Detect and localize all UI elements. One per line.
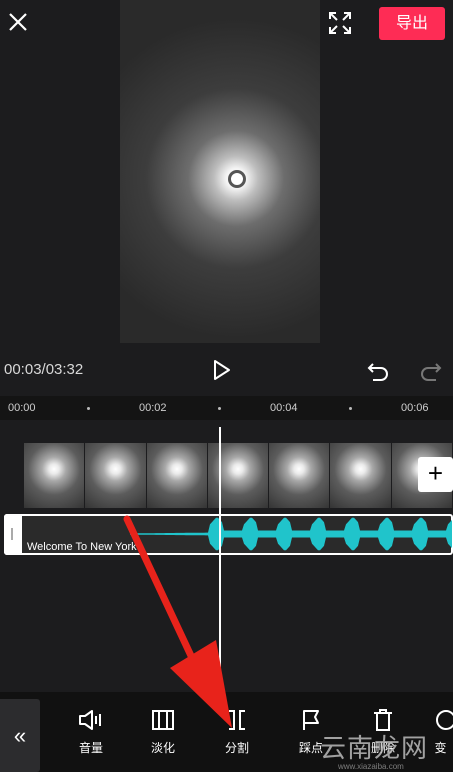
ruler-tick-dot	[349, 407, 352, 410]
watermark: 云南龙网	[320, 733, 429, 763]
ruler-tick-label: 00:06	[401, 402, 429, 414]
preview-light-bulb	[228, 170, 246, 188]
speed-icon	[436, 710, 453, 730]
audio-waveform	[130, 517, 452, 551]
timeline-ruler[interactable]: 00:00 00:02 00:04 00:06	[0, 396, 453, 420]
tool-volume[interactable]: 音量	[66, 708, 116, 756]
video-thumbnail	[85, 443, 146, 508]
split-icon	[229, 710, 245, 730]
fullscreen-icon[interactable]	[327, 10, 353, 36]
time-readout: 00:03/03:32	[4, 361, 84, 378]
audio-handle-grip	[11, 528, 13, 540]
audio-title: Welcome To New York	[27, 541, 137, 553]
ruler-tick-label: 00:02	[139, 402, 167, 414]
video-thumbnail	[207, 443, 269, 508]
waveform-shape	[130, 517, 452, 551]
playhead[interactable]	[219, 427, 221, 692]
ruler-tick-label: 00:04	[270, 402, 298, 414]
close-icon[interactable]	[4, 8, 32, 36]
video-thumbnail	[330, 443, 391, 508]
volume-icon	[79, 710, 101, 730]
tool-label: 变	[434, 741, 447, 755]
tool-label: 分割	[224, 741, 249, 755]
video-preview[interactable]	[120, 0, 320, 343]
ruler-tick-dot	[218, 407, 221, 410]
tool-fade[interactable]: 淡化	[138, 708, 188, 756]
video-thumbnail	[269, 443, 330, 508]
tool-label: 淡化	[150, 741, 175, 755]
fade-icon	[152, 710, 174, 730]
video-track[interactable]	[24, 443, 453, 508]
ruler-tick-label: 00:00	[8, 402, 36, 414]
tool-label: 音量	[78, 741, 103, 755]
export-button[interactable]: 导出	[379, 7, 445, 40]
add-clip-button[interactable]: +	[418, 457, 453, 492]
watermark-url: www.xiazaiba.com	[338, 762, 404, 771]
play-icon[interactable]	[208, 357, 234, 383]
undo-icon[interactable]	[365, 357, 391, 383]
video-thumbnail	[146, 443, 207, 508]
audio-trim-handle[interactable]	[4, 514, 22, 555]
collapse-toolbar-button[interactable]: «	[0, 699, 40, 772]
ruler-tick-dot	[87, 407, 90, 410]
tool-split[interactable]: 分割	[212, 708, 262, 756]
tool-speed[interactable]: 变	[428, 708, 453, 756]
video-thumbnail	[24, 443, 85, 508]
redo-icon[interactable]	[418, 357, 444, 383]
